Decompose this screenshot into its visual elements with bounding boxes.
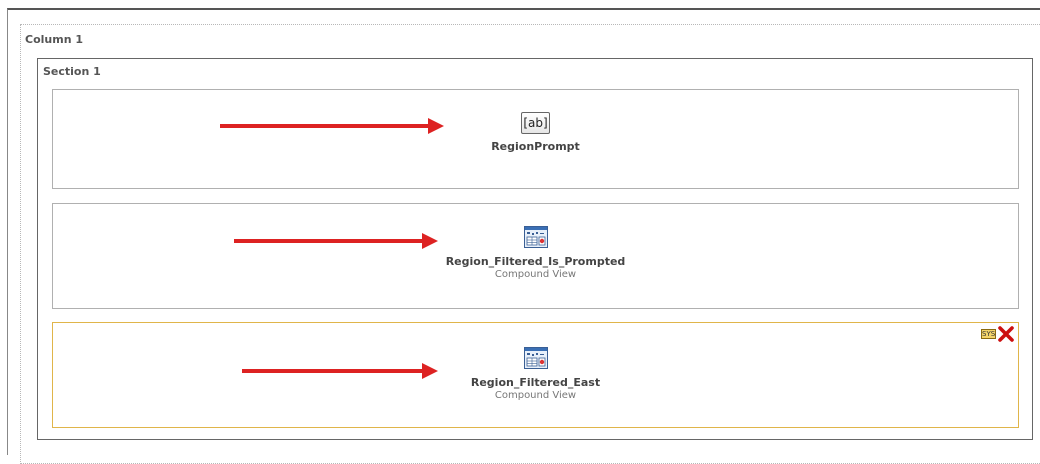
compound-view-icon	[523, 347, 548, 369]
section-label: Section 1	[43, 65, 101, 78]
column-label: Column 1	[25, 33, 84, 46]
view-region-prompt[interactable]: [ab] RegionPrompt	[52, 89, 1019, 189]
view-toolbar: SYS	[981, 326, 1014, 342]
view-name: Region_Filtered_East	[470, 376, 601, 389]
view-region-filtered-east[interactable]: SYS Region_Filtered_East Compound View	[52, 322, 1019, 428]
text-prompt-icon: [ab]	[521, 112, 550, 134]
view-type: Compound View	[494, 269, 577, 280]
view-region-filtered-is-prompted[interactable]: Region_Filtered_Is_Prompted Compound Vie…	[52, 203, 1019, 309]
compound-view-icon	[523, 226, 548, 248]
section-1: Section 1 [ab] RegionPrompt Region_Filte…	[37, 58, 1033, 440]
view-name: RegionPrompt	[491, 140, 580, 153]
close-icon[interactable]	[998, 326, 1014, 342]
edit-view-icon[interactable]: SYS	[981, 329, 996, 339]
view-name: Region_Filtered_Is_Prompted	[445, 255, 626, 268]
view-type: Compound View	[494, 390, 577, 401]
column-1: Column 1 Section 1 [ab] RegionPrompt Reg…	[20, 24, 1040, 464]
